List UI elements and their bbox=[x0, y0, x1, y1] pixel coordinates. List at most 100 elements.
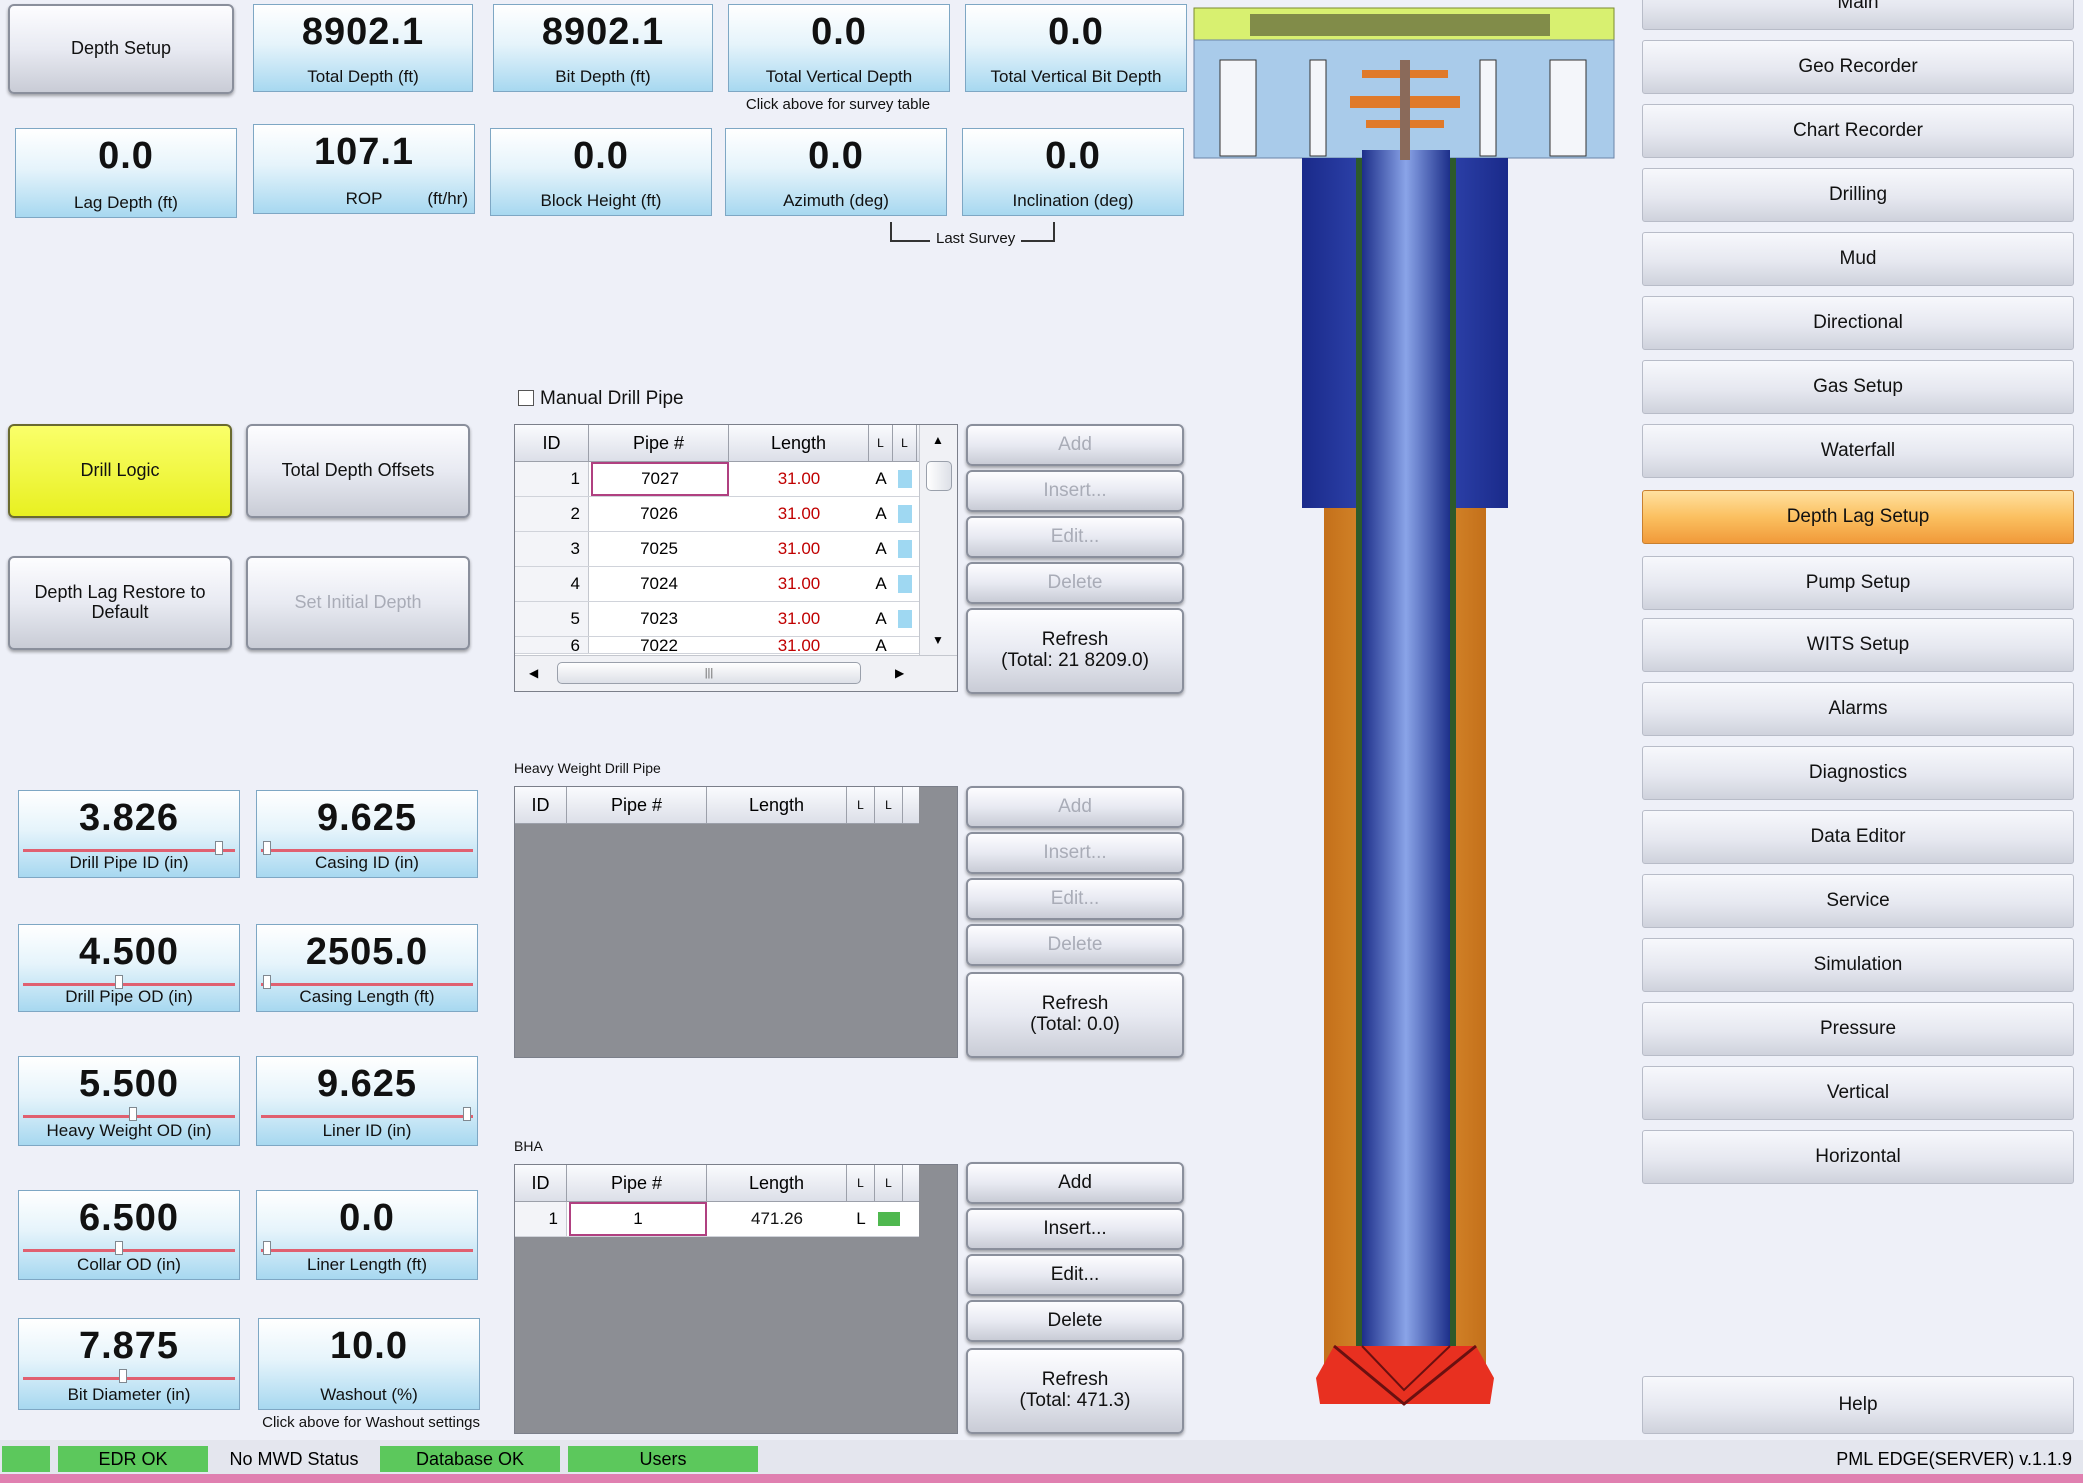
drill-pipe-id-slider[interactable] bbox=[23, 849, 235, 852]
bha-add-button[interactable]: Add bbox=[966, 1162, 1184, 1204]
table-row[interactable]: 4 7024 31.00 A bbox=[515, 567, 919, 602]
scroll-thumb[interactable] bbox=[926, 461, 952, 491]
nav-chart-recorder[interactable]: Chart Recorder bbox=[1642, 104, 2074, 158]
hw-delete-button[interactable]: Delete bbox=[966, 924, 1184, 966]
total-vertical-bit-depth-readout[interactable]: 0.0 Total Vertical Bit Depth bbox=[965, 4, 1187, 92]
col-length[interactable]: Length bbox=[707, 1165, 847, 1201]
total-depth-offsets-button[interactable]: Total Depth Offsets bbox=[246, 424, 470, 518]
drill-pipe-od-field[interactable]: 4.500 Drill Pipe OD (in) bbox=[18, 924, 240, 1012]
liner-id-field[interactable]: 9.625 Liner ID (in) bbox=[256, 1056, 478, 1146]
col-id[interactable]: ID bbox=[515, 1165, 567, 1201]
hw-edit-button[interactable]: Edit... bbox=[966, 878, 1184, 920]
table-row[interactable]: 5 7023 31.00 A bbox=[515, 602, 919, 637]
row-check[interactable] bbox=[875, 1202, 903, 1236]
total-depth-readout[interactable]: 8902.1 Total Depth (ft) bbox=[253, 4, 473, 92]
nav-directional[interactable]: Directional bbox=[1642, 296, 2074, 350]
scroll-up-icon[interactable]: ▲ bbox=[932, 433, 944, 447]
casing-length-slider[interactable] bbox=[261, 983, 473, 986]
hw-refresh-button[interactable]: Refresh (Total: 0.0) bbox=[966, 972, 1184, 1058]
vertical-scrollbar[interactable]: ▲ ▼ bbox=[919, 425, 957, 655]
inclination-readout[interactable]: 0.0 Inclination (deg) bbox=[962, 128, 1184, 216]
liner-length-slider[interactable] bbox=[261, 1249, 473, 1252]
scroll-left-icon[interactable]: ◀ bbox=[529, 666, 538, 680]
nav-service[interactable]: Service bbox=[1642, 874, 2074, 928]
nav-drilling[interactable]: Drilling bbox=[1642, 168, 2074, 222]
col-flag-1[interactable]: L bbox=[847, 1165, 875, 1201]
depth-setup-button[interactable]: Depth Setup bbox=[8, 4, 234, 94]
nav-data-editor[interactable]: Data Editor bbox=[1642, 810, 2074, 864]
bha-refresh-button[interactable]: Refresh (Total: 471.3) bbox=[966, 1348, 1184, 1434]
liner-length-thumb[interactable] bbox=[263, 1241, 271, 1255]
mdp-delete-button[interactable]: Delete bbox=[966, 562, 1184, 604]
drill-pipe-od-slider[interactable] bbox=[23, 983, 235, 986]
drill-pipe-id-field[interactable]: 3.826 Drill Pipe ID (in) bbox=[18, 790, 240, 878]
row-check[interactable] bbox=[893, 497, 917, 531]
nav-simulation[interactable]: Simulation bbox=[1642, 938, 2074, 992]
h-scroll-thumb[interactable]: ||| bbox=[557, 662, 861, 684]
nav-mud[interactable]: Mud bbox=[1642, 232, 2074, 286]
col-pipe[interactable]: Pipe # bbox=[567, 787, 707, 823]
casing-length-field[interactable]: 2505.0 Casing Length (ft) bbox=[256, 924, 478, 1012]
mdp-refresh-button[interactable]: Refresh (Total: 21 8209.0) bbox=[966, 608, 1184, 694]
heavy-weight-od-thumb[interactable] bbox=[129, 1107, 137, 1121]
nav-horizontal[interactable]: Horizontal bbox=[1642, 1130, 2074, 1184]
hw-add-button[interactable]: Add bbox=[966, 786, 1184, 828]
collar-od-thumb[interactable] bbox=[115, 1241, 123, 1255]
casing-id-field[interactable]: 9.625 Casing ID (in) bbox=[256, 790, 478, 878]
nav-alarms[interactable]: Alarms bbox=[1642, 682, 2074, 736]
row-pipe[interactable]: 7027 bbox=[591, 462, 729, 496]
hw-insert-button[interactable]: Insert... bbox=[966, 832, 1184, 874]
rop-readout[interactable]: 107.1 ROP (ft/hr) bbox=[253, 124, 475, 214]
nav-vertical[interactable]: Vertical bbox=[1642, 1066, 2074, 1120]
row-pipe[interactable]: 7026 bbox=[589, 497, 729, 531]
bha-edit-button[interactable]: Edit... bbox=[966, 1254, 1184, 1296]
row-pipe[interactable]: 7025 bbox=[589, 532, 729, 566]
table-row[interactable]: 3 7025 31.00 A bbox=[515, 532, 919, 567]
collar-od-slider[interactable] bbox=[23, 1249, 235, 1252]
table-row[interactable]: 1 1 471.26 L bbox=[515, 1202, 919, 1237]
bit-diameter-thumb[interactable] bbox=[119, 1369, 127, 1383]
total-vertical-depth-readout[interactable]: 0.0 Total Vertical Depth bbox=[728, 4, 950, 92]
mdp-edit-button[interactable]: Edit... bbox=[966, 516, 1184, 558]
col-id[interactable]: ID bbox=[515, 425, 589, 461]
col-flag-2[interactable]: L bbox=[875, 787, 903, 823]
col-length[interactable]: Length bbox=[707, 787, 847, 823]
table-row[interactable]: 1 7027 31.00 A bbox=[515, 462, 919, 497]
heavy-weight-table[interactable]: ID Pipe # Length L L bbox=[514, 786, 958, 1058]
casing-id-slider[interactable] bbox=[261, 849, 473, 852]
washout-field[interactable]: 10.0 Washout (%) bbox=[258, 1318, 480, 1410]
lag-depth-readout[interactable]: 0.0 Lag Depth (ft) bbox=[15, 128, 237, 218]
table-row[interactable]: 6 7022 31.00 A bbox=[515, 637, 919, 654]
horizontal-scrollbar[interactable]: ◀ ||| ▶ bbox=[515, 655, 957, 691]
col-flag-2[interactable]: L bbox=[875, 1165, 903, 1201]
row-pipe[interactable]: 1 bbox=[569, 1202, 707, 1236]
bit-diameter-slider[interactable] bbox=[23, 1377, 235, 1380]
liner-id-slider[interactable] bbox=[261, 1115, 473, 1118]
bit-depth-readout[interactable]: 8902.1 Bit Depth (ft) bbox=[493, 4, 713, 92]
liner-length-field[interactable]: 0.0 Liner Length (ft) bbox=[256, 1190, 478, 1280]
row-check[interactable] bbox=[893, 602, 917, 636]
collar-od-field[interactable]: 6.500 Collar OD (in) bbox=[18, 1190, 240, 1280]
help-button[interactable]: Help bbox=[1642, 1376, 2074, 1434]
nav-pressure[interactable]: Pressure bbox=[1642, 1002, 2074, 1056]
col-id[interactable]: ID bbox=[515, 787, 567, 823]
bha-delete-button[interactable]: Delete bbox=[966, 1300, 1184, 1342]
col-length[interactable]: Length bbox=[729, 425, 869, 461]
nav-diagnostics[interactable]: Diagnostics bbox=[1642, 746, 2074, 800]
bit-diameter-field[interactable]: 7.875 Bit Diameter (in) bbox=[18, 1318, 240, 1410]
nav-geo-recorder[interactable]: Geo Recorder bbox=[1642, 40, 2074, 94]
mdp-insert-button[interactable]: Insert... bbox=[966, 470, 1184, 512]
depth-lag-restore-button[interactable]: Depth Lag Restore to Default bbox=[8, 556, 232, 650]
row-check[interactable] bbox=[893, 532, 917, 566]
set-initial-depth-button[interactable]: Set Initial Depth bbox=[246, 556, 470, 650]
nav-depth-lag-setup[interactable]: Depth Lag Setup bbox=[1642, 490, 2074, 544]
nav-wits-setup[interactable]: WITS Setup bbox=[1642, 618, 2074, 672]
bha-table[interactable]: ID Pipe # Length L L 1 1 471.26 L bbox=[514, 1164, 958, 1434]
nav-waterfall[interactable]: Waterfall bbox=[1642, 424, 2074, 478]
manual-drill-pipe-table[interactable]: ID Pipe # Length L L 1 7027 31.00 A 2 70… bbox=[514, 424, 958, 692]
block-height-readout[interactable]: 0.0 Block Height (ft) bbox=[490, 128, 712, 216]
nav-pump-setup[interactable]: Pump Setup bbox=[1642, 556, 2074, 610]
row-pipe[interactable]: 7024 bbox=[589, 567, 729, 601]
nav-gas-setup[interactable]: Gas Setup bbox=[1642, 360, 2074, 414]
col-flag-2[interactable]: L bbox=[893, 425, 917, 461]
